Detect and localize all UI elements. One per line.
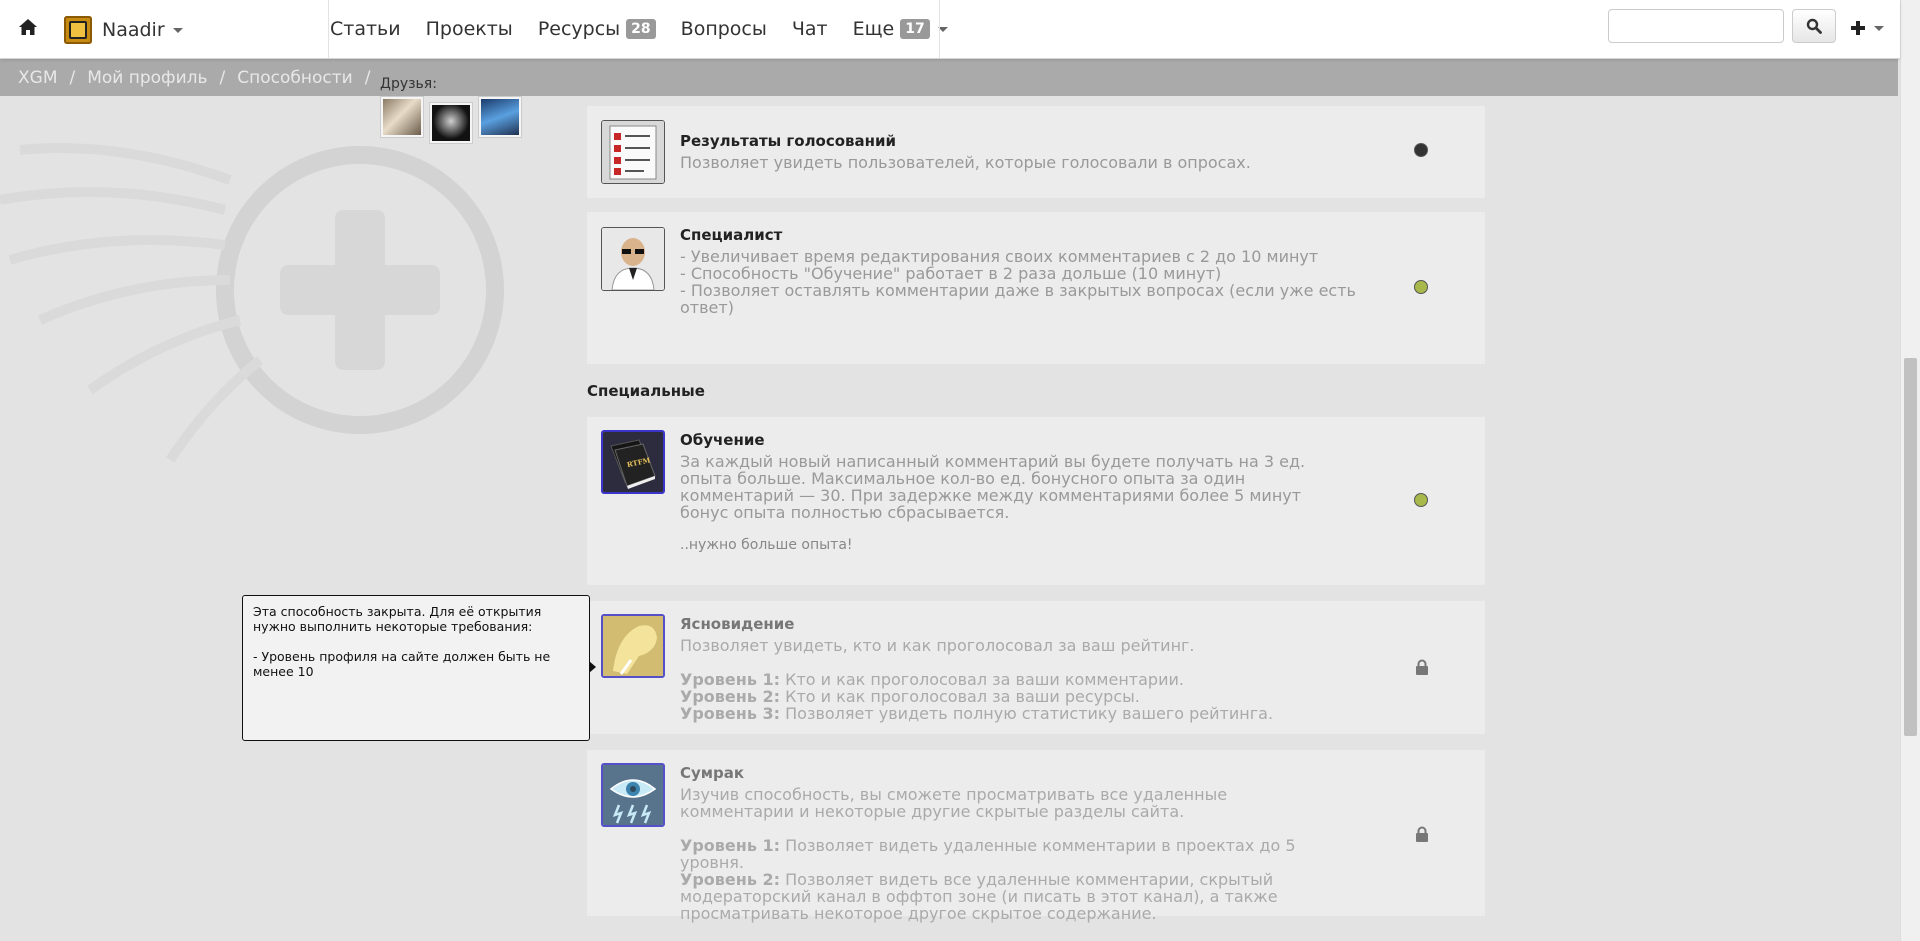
tooltip-text: Эта способность закрыта. Для её открытия… xyxy=(253,604,542,634)
avatar xyxy=(64,16,92,44)
twilight-eye-icon xyxy=(601,763,665,827)
search-icon xyxy=(1806,18,1822,34)
status-available-icon xyxy=(1414,280,1428,294)
nav-divider xyxy=(328,0,329,58)
breadcrumb: XGM / Мой профиль / Способности / xyxy=(0,59,1898,96)
tooltip-arrow xyxy=(589,661,596,673)
ability-levels: Уровень 1: Позволяет видеть удаленные ко… xyxy=(680,837,1340,922)
plus-icon xyxy=(1851,21,1865,35)
user-menu[interactable]: Naadir xyxy=(64,15,183,45)
ability-description: За каждый новый написанный комментарий в… xyxy=(680,452,1306,522)
breadcrumb-xgm[interactable]: XGM xyxy=(18,68,58,88)
breadcrumb-separator: / xyxy=(219,67,226,88)
ability-title: Ясновидение xyxy=(680,615,795,633)
ability-card-poll-results: Результаты голосований Позволяет увидеть… xyxy=(587,106,1485,198)
nav-questions[interactable]: Вопросы xyxy=(681,18,767,40)
ability-card-twilight: Сумрак Изучив способность, вы сможете пр… xyxy=(587,750,1485,922)
ability-description: Позволяет увидеть пользователей, которые… xyxy=(680,153,1251,172)
ability-description: Изучив способность, вы сможете просматри… xyxy=(680,785,1228,821)
experience-note: ..нужно больше опыта! xyxy=(680,537,853,553)
breadcrumb-separator: / xyxy=(364,67,371,88)
specialist-icon xyxy=(601,227,665,291)
nav-projects[interactable]: Проекты xyxy=(426,18,513,40)
chevron-down-icon xyxy=(172,27,183,33)
friends-list xyxy=(380,96,527,144)
ability-level: Уровень 2: Кто и как проголосовал за ваш… xyxy=(680,687,1140,706)
username: Naadir xyxy=(102,19,165,41)
breadcrumb-profile[interactable]: Мой профиль xyxy=(87,68,207,88)
ability-card-training: RTFM Обучение За каждый новый написанный… xyxy=(587,417,1485,585)
breadcrumb-separator: / xyxy=(69,67,76,88)
resources-count-badge: 28 xyxy=(626,19,656,39)
ability-level: Уровень 1: Кто и как проголосовал за ваш… xyxy=(680,670,1184,689)
nav-divider xyxy=(939,0,940,58)
ability-levels: Уровень 1: Кто и как проголосовал за ваш… xyxy=(680,671,1360,722)
ability-card-clairvoyance: Ясновидение Позволяет увидеть, кто и как… xyxy=(587,601,1485,734)
friend-avatar[interactable] xyxy=(429,102,473,144)
chevron-down-icon xyxy=(1874,25,1884,31)
page-scrollbar[interactable] xyxy=(1900,0,1920,941)
scrollbar-thumb[interactable] xyxy=(1904,358,1917,736)
top-navbar: Naadir Статьи Проекты Ресурсы 28 Вопросы … xyxy=(0,0,1900,59)
friend-avatar[interactable] xyxy=(478,96,522,138)
ability-description: Позволяет увидеть, кто и как проголосова… xyxy=(680,636,1195,655)
breadcrumb-abilities[interactable]: Способности xyxy=(237,68,352,88)
poll-results-icon xyxy=(601,120,665,184)
tooltip-requirement: - Уровень профиля на сайте должен быть н… xyxy=(253,649,551,679)
clairvoyance-icon xyxy=(601,614,665,678)
nav-resources[interactable]: Ресурсы 28 xyxy=(538,18,656,40)
ability-level: Уровень 3: Позволяет увидеть полную стат… xyxy=(680,704,1274,723)
friend-avatar[interactable] xyxy=(380,96,424,138)
search-button[interactable] xyxy=(1792,9,1836,43)
friends-panel: Друзья: xyxy=(380,76,527,144)
nav-articles[interactable]: Статьи xyxy=(330,18,401,40)
lock-icon[interactable] xyxy=(1415,659,1429,675)
status-available-icon xyxy=(1414,493,1428,507)
nav-more[interactable]: Еще 17 xyxy=(853,18,948,40)
main-menu: Статьи Проекты Ресурсы 28 Вопросы Чат Еще… xyxy=(330,0,973,58)
section-title-special: Специальные xyxy=(587,382,705,400)
search-input[interactable] xyxy=(1608,9,1784,43)
friends-label: Друзья: xyxy=(380,76,437,92)
nav-chat[interactable]: Чат xyxy=(792,18,828,40)
locked-ability-tooltip: Эта способность закрыта. Для её открытия… xyxy=(242,595,590,741)
ability-level: Уровень 1: Позволяет видеть удаленные ко… xyxy=(680,836,1296,872)
more-count-badge: 17 xyxy=(900,19,930,39)
home-icon[interactable] xyxy=(18,17,38,37)
rtfm-book-icon: RTFM xyxy=(601,430,665,494)
ability-title: Результаты голосований xyxy=(680,132,897,150)
ability-title: Сумрак xyxy=(680,764,745,782)
create-menu[interactable] xyxy=(1850,14,1884,42)
ability-card-specialist: Специалист - Увеличивает время редактиро… xyxy=(587,212,1485,364)
ability-title: Обучение xyxy=(680,431,765,449)
status-owned-icon xyxy=(1414,143,1428,157)
lock-icon[interactable] xyxy=(1415,826,1429,842)
ability-title: Специалист xyxy=(680,226,783,244)
ability-description: - Увеличивает время редактирования своих… xyxy=(680,247,1356,317)
ability-level: Уровень 2: Позволяет видеть все удаленны… xyxy=(680,870,1278,923)
